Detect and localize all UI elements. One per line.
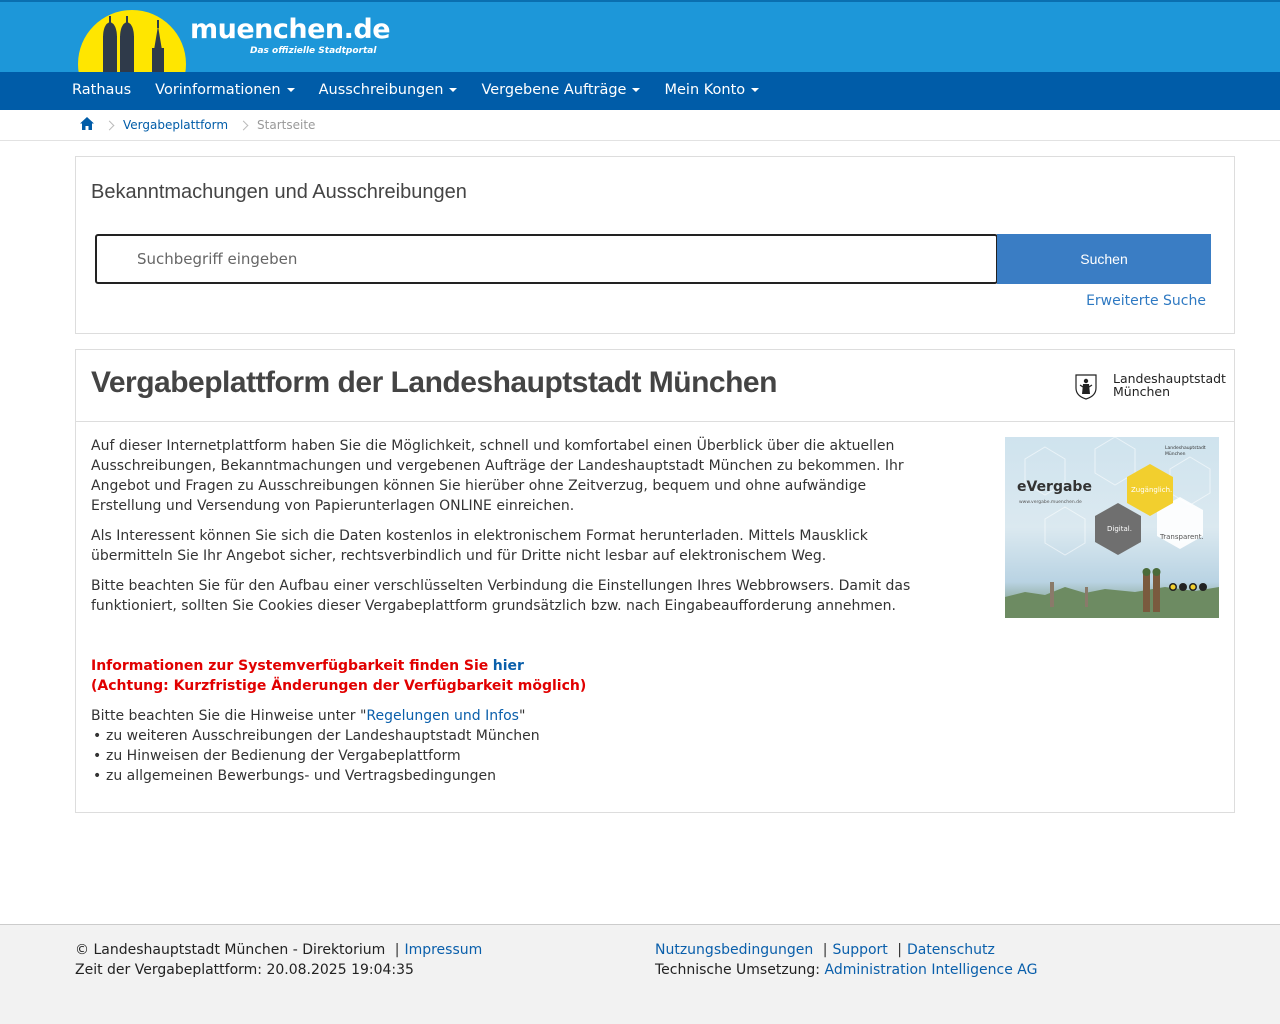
- hint-list: zu weiteren Ausschreibungen der Landesha…: [91, 726, 921, 786]
- list-item: zu weiteren Ausschreibungen der Landesha…: [91, 726, 921, 746]
- promo-tag-digital: Digital.: [1107, 525, 1132, 533]
- nav-item-vorinformationen[interactable]: Vorinformationen: [143, 72, 306, 110]
- search-panel: Bekanntmachungen und Ausschreibungen Suc…: [75, 156, 1235, 334]
- availability-warning: (Achtung: Kurzfristige Änderungen der Ve…: [91, 678, 587, 694]
- promo-url: www.vergabe.muenchen.de: [1019, 500, 1082, 505]
- list-item: zu Hinweisen der Bedienung der Vergabepl…: [91, 746, 921, 766]
- intro-paragraph: Als Interessent können Sie sich die Date…: [91, 528, 868, 564]
- promo-brand: eVergabe: [1017, 479, 1092, 495]
- caret-down-icon: [632, 88, 641, 92]
- tech-label: Technische Umsetzung:: [655, 962, 821, 978]
- breadcrumb-separator-icon: [238, 120, 249, 130]
- promo-tag-accessible: Zugänglich.: [1131, 486, 1173, 494]
- platform-time: Zeit der Vergabeplattform: 20.08.2025 19…: [75, 962, 414, 978]
- availability-text: Informationen zur Systemverfügbarkeit fi…: [91, 658, 489, 674]
- breadcrumb-current: Startseite: [257, 118, 316, 132]
- nav-item-vergebene-auftraege[interactable]: Vergebene Aufträge: [469, 72, 652, 110]
- search-input[interactable]: [95, 234, 998, 284]
- administration-intelligence-link[interactable]: Administration Intelligence AG: [824, 962, 1037, 978]
- footer-left: © Landeshauptstadt München - Direktorium…: [75, 940, 482, 980]
- intro-panel: Vergabeplattform der Landeshauptstadt Mü…: [75, 349, 1235, 813]
- caret-down-icon: [286, 88, 295, 92]
- site-footer: © Landeshauptstadt München - Direktorium…: [0, 924, 1280, 1024]
- evergabe-promo-image: eVergabe www.vergabe.muenchen.de Landesh…: [1005, 437, 1219, 618]
- support-link[interactable]: Support: [832, 942, 887, 958]
- datenschutz-link[interactable]: Datenschutz: [907, 942, 995, 958]
- advanced-search-link[interactable]: Erweiterte Suche: [1086, 293, 1206, 309]
- page-title: Vergabeplattform der Landeshauptstadt Mü…: [91, 366, 777, 399]
- promo-corner-label: Landeshauptstadt München: [1165, 446, 1206, 457]
- caret-down-icon: [449, 88, 458, 92]
- breadcrumb: Vergabeplattform Startseite: [0, 110, 1280, 141]
- site-header: muenchen.de Das offizielle Stadtportal: [0, 0, 1280, 74]
- breadcrumb-separator-icon: [104, 120, 115, 130]
- search-panel-title: Bekanntmachungen und Ausschreibungen: [91, 181, 467, 203]
- nav-item-label: Mein Konto: [664, 82, 746, 98]
- footer-copyright: © Landeshauptstadt München - Direktorium: [75, 942, 386, 958]
- availability-notice: Informationen zur Systemverfügbarkeit fi…: [91, 656, 921, 676]
- intro-text: Auf dieser Internetplattform haben Sie d…: [91, 436, 921, 786]
- intro-paragraph: Auf dieser Internetplattform haben Sie d…: [91, 438, 904, 514]
- nav-item-label: Vorinformationen: [155, 82, 281, 98]
- hint-line: Bitte beachten Sie die Hinweise unter "R…: [91, 706, 921, 726]
- landeshauptstadt-wordmark: Landeshauptstadt München: [1113, 371, 1226, 399]
- intro-panel-header: Vergabeplattform der Landeshauptstadt Mü…: [76, 350, 1234, 422]
- nav-item-label: Vergebene Aufträge: [481, 82, 627, 98]
- hint-prefix: Bitte beachten Sie die Hinweise unter ": [91, 708, 367, 724]
- munich-crest-icon: [1075, 374, 1097, 400]
- footer-separator: |: [897, 942, 902, 958]
- search-button[interactable]: Suchen: [997, 234, 1211, 284]
- footer-separator: |: [822, 942, 828, 958]
- home-icon[interactable]: [80, 117, 94, 133]
- list-item: zu allgemeinen Bewerbungs- und Vertragsb…: [91, 766, 921, 786]
- intro-paragraph: Bitte beachten Sie für den Aufbau einer …: [91, 578, 911, 614]
- regelungen-link[interactable]: Regelungen und Infos: [366, 708, 519, 724]
- nav-item-mein-konto[interactable]: Mein Konto: [652, 72, 771, 110]
- nav-item-ausschreibungen[interactable]: Ausschreibungen: [307, 72, 470, 110]
- impressum-link[interactable]: Impressum: [404, 942, 482, 958]
- nav-item-label: Rathaus: [72, 82, 132, 98]
- promo-tag-transparent: Transparent.: [1160, 533, 1204, 541]
- nutzungsbedingungen-link[interactable]: Nutzungsbedingungen: [655, 942, 813, 958]
- footer-separator: |: [394, 942, 400, 958]
- caret-down-icon: [751, 88, 760, 92]
- footer-right: Nutzungsbedingungen | Support | Datenschut…: [655, 940, 1037, 980]
- main-navigation: Rathaus Vorinformationen Ausschreibungen…: [0, 72, 1280, 110]
- nav-item-label: Ausschreibungen: [318, 82, 444, 98]
- nav-item-rathaus[interactable]: Rathaus: [60, 72, 143, 110]
- hint-suffix: ": [518, 708, 526, 724]
- breadcrumb-link-vergabeplattform[interactable]: Vergabeplattform: [123, 118, 228, 132]
- muenchen-logo[interactable]: muenchen.de Das offizielle Stadtportal: [78, 8, 391, 74]
- logo-wordmark: muenchen.de: [190, 14, 391, 45]
- landeshauptstadt-logo: Landeshauptstadt München: [1075, 372, 1226, 402]
- frauenkirche-logo-icon: [78, 8, 186, 74]
- logo-subtitle: Das offizielle Stadtportal: [250, 46, 377, 56]
- availability-link[interactable]: hier: [493, 658, 524, 674]
